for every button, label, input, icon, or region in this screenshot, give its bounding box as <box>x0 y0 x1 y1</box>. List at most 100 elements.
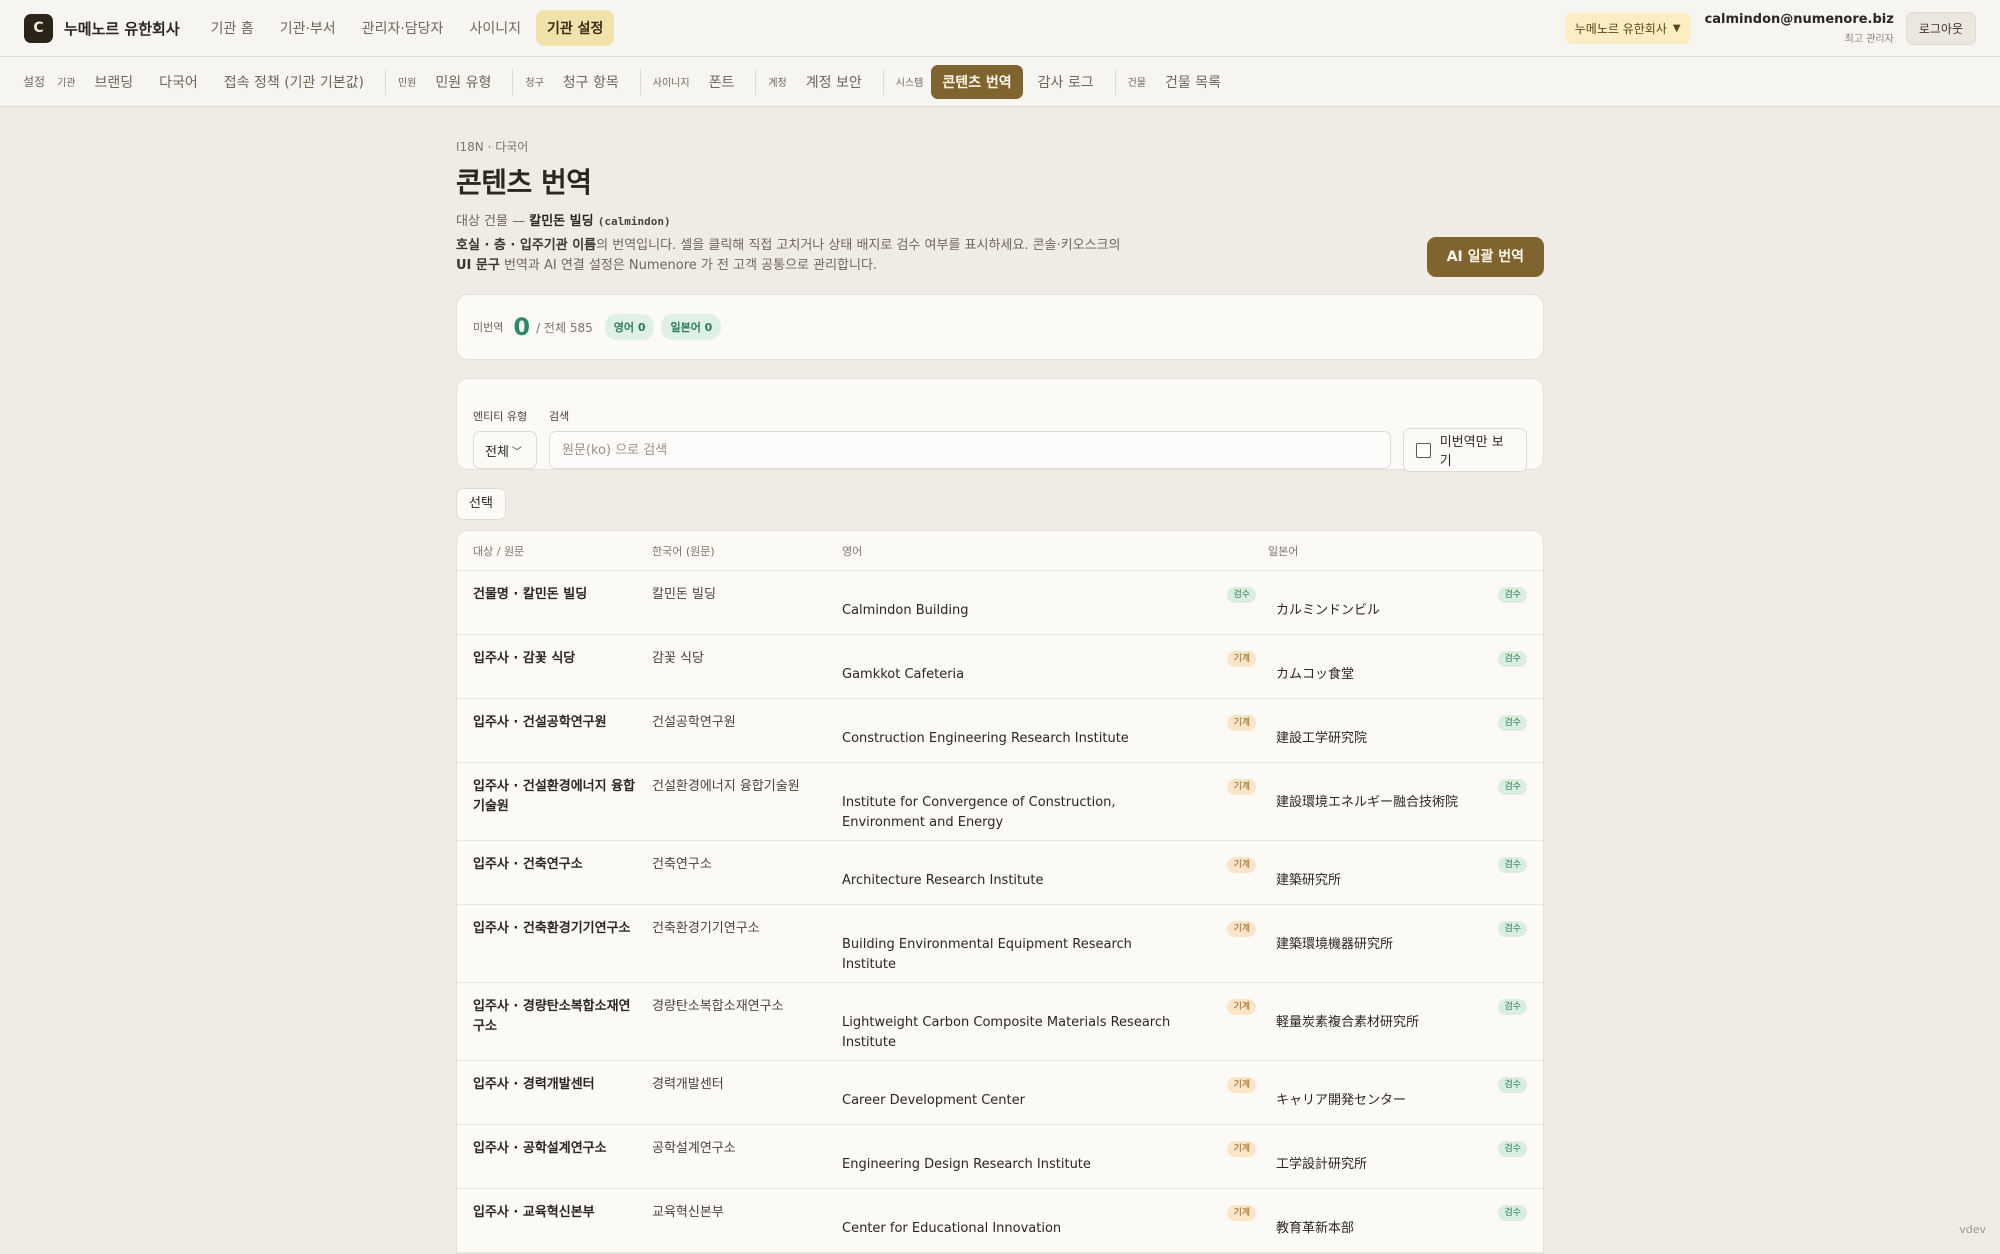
japanese-status-badge[interactable]: 검수 <box>1498 587 1527 603</box>
top-nav-item[interactable]: 기관 설정 <box>536 10 614 46</box>
english-translation-cell[interactable]: Lightweight Carbon Composite Materials R… <box>834 983 1268 1060</box>
top-nav-item[interactable]: 관리자·담당자 <box>351 10 455 46</box>
english-translation-cell[interactable]: Construction Engineering Research Instit… <box>834 699 1268 762</box>
japanese-translation-cell[interactable]: カルミンドンビル검수 <box>1268 571 1543 634</box>
english-count-chip: 영어 0 <box>605 314 655 340</box>
row-korean-source: 건설환경에너지 융합기술원 <box>652 763 834 840</box>
row-target: 입주사 · 경력개발센터 <box>457 1061 652 1124</box>
english-status-badge[interactable]: 기계 <box>1227 715 1256 731</box>
top-nav-item[interactable]: 사이니지 <box>458 10 532 46</box>
row-korean-source: 경량탄소복합소재연구소 <box>652 983 834 1060</box>
subnav-link[interactable]: 계정 보안 <box>795 65 873 99</box>
subnav-link[interactable]: 감사 로그 <box>1027 65 1105 99</box>
subnav-link[interactable]: 브랜딩 <box>84 65 145 99</box>
stats-card: 미번역 0 / 전체 585 영어 0 일본어 0 <box>456 294 1544 360</box>
subnav-link[interactable]: 콘텐츠 번역 <box>931 65 1022 99</box>
english-translation-cell[interactable]: Institute for Convergence of Constructio… <box>834 763 1268 840</box>
subnav-link[interactable]: 접속 정책 (기관 기본값) <box>213 65 375 99</box>
english-translation-cell[interactable]: Architecture Research Institute기계 <box>834 841 1268 904</box>
english-status-badge[interactable]: 기계 <box>1227 1141 1256 1157</box>
japanese-translation-cell[interactable]: 軽量炭素複合素材研究所 검수 <box>1268 983 1543 1060</box>
japanese-status-badge[interactable]: 검수 <box>1498 1205 1527 1221</box>
select-button[interactable]: 선택 <box>456 488 506 520</box>
untranslated-only-toggle[interactable]: 미번역만 보기 <box>1403 428 1527 472</box>
subnav-link[interactable]: 민원 유형 <box>424 65 502 99</box>
table-row: 입주사 · 건설환경에너지 융합기술원건설환경에너지 융합기술원Institut… <box>457 763 1543 841</box>
app-logo[interactable]: C <box>24 14 53 43</box>
japanese-status-badge[interactable]: 검수 <box>1498 999 1527 1015</box>
english-text: Calmindon Building <box>842 601 1187 622</box>
table-row: 입주사 · 감꽃 식당감꽃 식당Gamkkot Cafeteria기계カムコッ食… <box>457 635 1543 699</box>
english-translation-cell[interactable]: Building Environmental Equipment Researc… <box>834 905 1268 982</box>
table-row: 건물명 · 칼민돈 빌딩칼민돈 빌딩Calmindon Building검수カル… <box>457 571 1543 635</box>
english-translation-cell[interactable]: Gamkkot Cafeteria기계 <box>834 635 1268 698</box>
search-label: 검색 <box>549 408 1391 424</box>
japanese-translation-cell[interactable]: 建設環境エネルギー融合技術院검수 <box>1268 763 1543 840</box>
english-status-badge[interactable]: 기계 <box>1227 779 1256 795</box>
japanese-translation-cell[interactable]: 建築環境機器研究所검수 <box>1268 905 1543 982</box>
japanese-translation-cell[interactable]: キャリア開発センター검수 <box>1268 1061 1543 1124</box>
entity-type-select[interactable]: 전체 ﹀ <box>473 431 537 469</box>
table-row: 입주사 · 경력개발센터경력개발센터Career Development Cen… <box>457 1061 1543 1125</box>
subnav-link[interactable]: 청구 항목 <box>552 65 630 99</box>
english-text: Engineering Design Research Institute <box>842 1155 1187 1176</box>
logout-button[interactable]: 로그아웃 <box>1906 12 1976 45</box>
japanese-translation-cell[interactable]: 建設工学研究院검수 <box>1268 699 1543 762</box>
untranslated-label: 미번역 <box>473 319 503 335</box>
japanese-translation-cell[interactable]: 工学設計研究所 검수 <box>1268 1125 1543 1188</box>
header-target: 대상 / 원문 <box>457 543 652 559</box>
english-translation-cell[interactable]: Career Development Center기계 <box>834 1061 1268 1124</box>
japanese-text: 工学設計研究所 <box>1276 1155 1367 1176</box>
english-status-badge[interactable]: 기계 <box>1227 1205 1256 1221</box>
building-code: (calmindon) <box>598 215 671 228</box>
english-translation-cell[interactable]: Engineering Design Research Institute 기계 <box>834 1125 1268 1188</box>
search-input[interactable] <box>549 431 1391 469</box>
japanese-status-badge[interactable]: 검수 <box>1498 1077 1527 1093</box>
english-status-badge[interactable]: 기계 <box>1227 999 1256 1015</box>
japanese-status-badge[interactable]: 검수 <box>1498 921 1527 937</box>
japanese-translation-cell[interactable]: 建築研究所검수 <box>1268 841 1543 904</box>
english-status-badge[interactable]: 기계 <box>1227 857 1256 873</box>
row-korean-source: 교육혁신본부 <box>652 1189 834 1252</box>
japanese-status-badge[interactable]: 검수 <box>1498 651 1527 667</box>
org-selector[interactable]: 누메노르 유한회사 ▼ <box>1565 13 1691 44</box>
english-translation-cell[interactable]: Center for Educational Innovation기계 <box>834 1189 1268 1252</box>
table-row: 입주사 · 공학설계연구소공학설계연구소Engineering Design R… <box>457 1125 1543 1189</box>
subnav-link[interactable]: 다국어 <box>148 65 209 99</box>
row-target: 건물명 · 칼민돈 빌딩 <box>457 571 652 634</box>
english-translation-cell[interactable]: Calmindon Building 검수 <box>834 571 1268 634</box>
japanese-translation-cell[interactable]: 教育革新本部검수 <box>1268 1189 1543 1252</box>
subnav-divider <box>1115 69 1116 95</box>
english-status-badge[interactable]: 기계 <box>1227 1077 1256 1093</box>
row-target: 입주사 · 감꽃 식당 <box>457 635 652 698</box>
entity-type-filter: 엔티티 유형 전체 ﹀ <box>473 408 537 469</box>
japanese-status-badge[interactable]: 검수 <box>1498 1141 1527 1157</box>
top-nav-item[interactable]: 기관·부서 <box>269 10 347 46</box>
english-text: Lightweight Carbon Composite Materials R… <box>842 1013 1187 1048</box>
subnav-group-label: 시스템 <box>896 74 924 89</box>
subnav-group-label: 건물 <box>1128 74 1146 89</box>
japanese-status-badge[interactable]: 검수 <box>1498 857 1527 873</box>
english-status-badge[interactable]: 기계 <box>1227 921 1256 937</box>
desc-bold-1: 호실 · 층 · 입주기관 이름 <box>456 238 596 253</box>
japanese-text: 軽量炭素複合素材研究所 <box>1276 1013 1419 1048</box>
header-japanese: 일본어 <box>1268 543 1543 559</box>
subnav-group-label: 청구 <box>525 74 543 89</box>
top-nav-item[interactable]: 기관 홈 <box>200 10 265 46</box>
subnav-group-label: 사이니지 <box>653 74 690 89</box>
desc-text-2: 번역과 AI 연결 설정은 Numenore 가 전 고객 공통으로 관리합니다… <box>500 258 877 273</box>
target-building-line: 대상 건물 — 칼민돈 빌딩 (calmindon) <box>456 210 1544 229</box>
checkbox-icon[interactable] <box>1416 443 1431 458</box>
row-target: 입주사 · 건설환경에너지 융합기술원 <box>457 763 652 840</box>
table-header: 대상 / 원문 한국어 (원문) 영어 일본어 <box>457 531 1543 571</box>
subnav-link[interactable]: 폰트 <box>698 65 746 99</box>
ai-bulk-translate-button[interactable]: AI 일괄 번역 <box>1427 237 1544 277</box>
japanese-translation-cell[interactable]: カムコッ食堂검수 <box>1268 635 1543 698</box>
english-status-badge[interactable]: 기계 <box>1227 651 1256 667</box>
subnav-divider <box>883 69 884 95</box>
english-status-badge[interactable]: 검수 <box>1227 587 1256 603</box>
brand-name: 누메노르 유한회사 <box>64 18 180 39</box>
japanese-status-badge[interactable]: 검수 <box>1498 779 1527 795</box>
japanese-status-badge[interactable]: 검수 <box>1498 715 1527 731</box>
subnav-link[interactable]: 건물 목록 <box>1154 65 1232 99</box>
